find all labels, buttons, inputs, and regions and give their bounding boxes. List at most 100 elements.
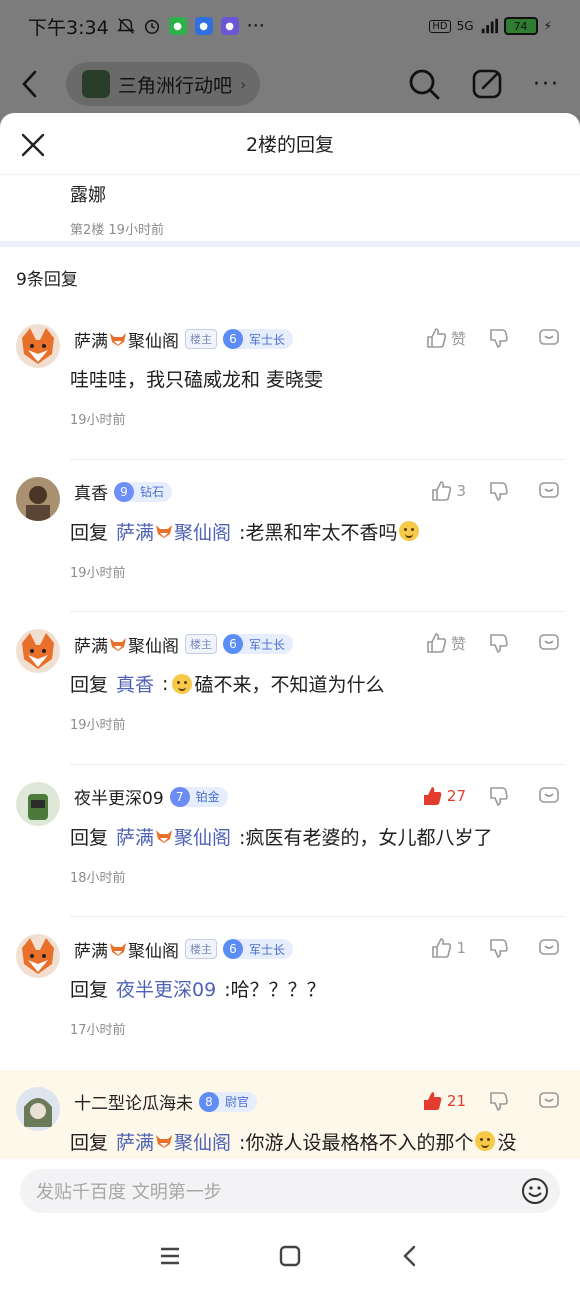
forum-logo: [82, 70, 110, 98]
reply-time: 17小时前: [70, 1023, 126, 1038]
forum-pill[interactable]: 三角洲行动吧 ›: [66, 62, 261, 106]
emoji-picker-icon[interactable]: [520, 1176, 550, 1206]
level-name: 尉官: [225, 1095, 250, 1109]
like-button[interactable]: 3: [404, 480, 466, 502]
thumbs-down-icon: [490, 481, 508, 501]
username[interactable]: 萨满 聚仙阁: [74, 632, 179, 657]
avatar[interactable]: [16, 476, 60, 521]
like-button[interactable]: 27: [404, 785, 466, 807]
owner-badge: 楼主: [185, 329, 217, 349]
like-count: 1: [456, 939, 466, 957]
username[interactable]: 真香: [74, 479, 108, 504]
sheet-title: 2楼的回复: [245, 134, 335, 156]
comment-button[interactable]: [538, 327, 560, 349]
dislike-button[interactable]: [488, 937, 510, 959]
floor-info: 露娜 第2楼 19小时前: [0, 175, 580, 241]
back-icon[interactable]: [20, 69, 38, 99]
fox-emoji-icon: [155, 522, 173, 538]
comment-button[interactable]: [538, 785, 560, 807]
reply-content: 回复 萨满 聚仙阁 :你游人设最格格不入的那个 没: [70, 1128, 516, 1155]
avatar[interactable]: [16, 324, 60, 368]
fox-emoji-icon: [109, 331, 127, 347]
thumbs-up-icon: [432, 938, 452, 958]
level-badge: 6 军士长: [223, 939, 294, 959]
dislike-button[interactable]: [488, 327, 510, 349]
comment-icon: [539, 939, 559, 955]
mute-icon: [116, 18, 135, 34]
reply-content: 回复 真香 : 磕不来，不知道为什么: [70, 670, 384, 697]
reply-target-link[interactable]: 萨满 聚仙阁: [116, 823, 231, 850]
comment-icon: [539, 634, 559, 650]
sheet-header: 2楼的回复: [0, 113, 580, 175]
status-bar: 下午3:34 ● ● ● ··· HD 5G 74 ⚡: [0, 0, 580, 52]
level-name: 军士长: [249, 942, 286, 957]
username[interactable]: 夜半更深09: [74, 784, 164, 809]
level-badge: 9 钻石: [114, 481, 173, 502]
system-nav-bar: [0, 1231, 580, 1281]
username[interactable]: 萨满 聚仙阁: [74, 937, 179, 962]
reply-prefix: 回复: [70, 521, 109, 544]
reply-target-link[interactable]: 萨满 聚仙阁: [116, 1128, 231, 1155]
dislike-button[interactable]: [488, 632, 510, 654]
comment-button[interactable]: [538, 632, 560, 654]
avatar[interactable]: [16, 781, 60, 826]
avatar[interactable]: [16, 934, 60, 978]
more-icon[interactable]: ···: [533, 72, 560, 97]
reply-time: 18小时前: [70, 870, 126, 886]
dislike-button[interactable]: [488, 785, 510, 807]
comment-icon: [539, 481, 559, 498]
comment-button[interactable]: [538, 480, 560, 502]
thumbs-up-icon: [432, 480, 452, 501]
search-icon[interactable]: [407, 67, 441, 101]
comment-button[interactable]: [538, 937, 560, 959]
like-count: 赞: [450, 329, 466, 348]
level-number: 6: [223, 939, 243, 959]
status-time: 下午3:34: [28, 16, 109, 39]
like-button[interactable]: 21: [404, 1090, 466, 1112]
home-icon[interactable]: [275, 1241, 305, 1271]
thumbs-down-icon: [490, 634, 508, 653]
level-number: 7: [169, 786, 190, 807]
reply-target-link[interactable]: 萨满 聚仙阁: [116, 518, 231, 545]
content-text: :疯医有老婆的，女儿都八岁了: [239, 826, 493, 849]
thumbs-down-icon: [490, 1091, 508, 1111]
fox-emoji-icon: [109, 941, 127, 957]
like-count: 赞: [450, 634, 466, 653]
back-nav-icon[interactable]: [395, 1241, 425, 1271]
thumbs-up-filled-icon: [423, 786, 442, 805]
reply-item: 萨满 聚仙阁 楼主 6 军士长 1 回复 夜半更深09 :哈？？？？ 17小时前: [0, 917, 580, 1070]
like-button[interactable]: 赞: [404, 632, 466, 654]
comment-icon: [539, 329, 559, 345]
like-button[interactable]: 赞: [404, 327, 466, 349]
reply-target-link[interactable]: 夜半更深09: [116, 975, 216, 1002]
avatar[interactable]: [16, 629, 60, 673]
thumbs-down-icon: [490, 939, 508, 958]
close-icon[interactable]: [18, 130, 48, 160]
level-name: 铂金: [195, 790, 220, 804]
thumbs-down-icon: [490, 786, 508, 806]
avatar[interactable]: [16, 1086, 60, 1131]
signal-icon: [481, 18, 498, 34]
reply-time: 19小时前: [70, 413, 126, 428]
edit-icon[interactable]: [471, 68, 503, 100]
like-button[interactable]: 1: [404, 937, 466, 959]
menu-icon[interactable]: [155, 1241, 185, 1271]
level-name: 军士长: [249, 332, 286, 347]
username[interactable]: 十二型论瓜海未: [74, 1089, 193, 1114]
battery-level: 74: [513, 19, 528, 33]
comment-button[interactable]: [538, 1090, 560, 1112]
reply-prefix: 回复: [70, 1131, 109, 1154]
owner-badge: 楼主: [185, 634, 217, 654]
reply-sheet: 2楼的回复 露娜 第2楼 19小时前 9条回复 萨满 聚仙阁 楼主 6 军士长 赞 …: [0, 113, 580, 1289]
username[interactable]: 萨满 聚仙阁: [74, 327, 179, 352]
charging-icon: ⚡: [543, 19, 552, 33]
level-number: 8: [199, 1091, 219, 1112]
battery-icon: 74: [503, 17, 538, 35]
dislike-button[interactable]: [488, 480, 510, 502]
level-name: 钻石: [140, 485, 165, 499]
tieba-icon: ●: [220, 17, 239, 35]
reply-target-link[interactable]: 真香: [116, 670, 154, 697]
dislike-button[interactable]: [488, 1090, 510, 1112]
reply-content: 回复 萨满 聚仙阁 :疯医有老婆的，女儿都八岁了: [70, 823, 492, 850]
reply-input[interactable]: 发贴千百度 文明第一步: [20, 1169, 560, 1213]
